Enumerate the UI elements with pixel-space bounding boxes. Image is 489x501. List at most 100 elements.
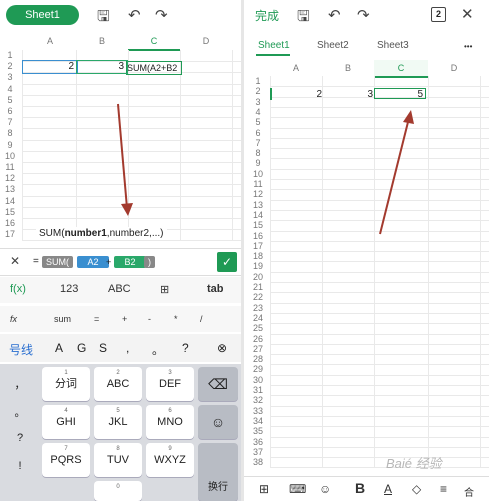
merge-button[interactable]: 合	[464, 484, 474, 499]
token-ref-b2[interactable]: B2	[114, 256, 146, 268]
text-color-button[interactable]: A	[384, 482, 392, 496]
row-number[interactable]: 3	[2, 72, 18, 82]
redo-icon[interactable]: ↷	[357, 6, 370, 24]
row-number[interactable]: 15	[2, 207, 18, 217]
row-number[interactable]: 3	[250, 97, 266, 107]
key-2[interactable]: 2 ABC	[94, 367, 142, 401]
row-number[interactable]: 4	[250, 107, 266, 117]
row-number[interactable]: 9	[2, 140, 18, 150]
col-header-d[interactable]: D	[428, 60, 480, 76]
row-number[interactable]: 5	[2, 95, 18, 105]
punct-comma[interactable]: ，	[0, 376, 40, 392]
candidate-1[interactable]: A	[55, 341, 63, 355]
row-number[interactable]: 1	[2, 50, 18, 60]
candidate-6[interactable]: ?	[182, 341, 189, 355]
tab-key[interactable]: tab	[207, 283, 224, 295]
candidate-5[interactable]: 。	[152, 341, 164, 358]
row-number[interactable]: 18	[250, 251, 266, 261]
undo-icon[interactable]: ↶	[128, 6, 141, 24]
row-number[interactable]: 34	[250, 416, 266, 426]
cell-c2-result[interactable]: 5	[374, 88, 426, 100]
row-number[interactable]: 11	[250, 179, 266, 189]
row-number[interactable]: 25	[250, 323, 266, 333]
row-number[interactable]: 8	[2, 128, 18, 138]
col-header-c[interactable]: C	[128, 33, 180, 51]
row-number[interactable]: 6	[2, 106, 18, 116]
emoji-icon[interactable]: ☺	[319, 482, 331, 496]
token-paren[interactable]: )	[144, 256, 155, 268]
key-3[interactable]: 3 DEF	[146, 367, 194, 401]
key-9[interactable]: 9 WXYZ	[146, 443, 194, 477]
key-1[interactable]: 1 分词	[42, 367, 90, 401]
col-header-a[interactable]: A	[24, 33, 76, 49]
row-number[interactable]: 19	[250, 261, 266, 271]
col-header-b[interactable]: B	[76, 33, 128, 49]
key-5[interactable]: 5 JKL	[94, 405, 142, 439]
collapse-icon[interactable]: ⊗	[217, 341, 227, 355]
row-number[interactable]: 12	[2, 173, 18, 183]
tab-function[interactable]: f(x)	[10, 283, 26, 295]
row-number[interactable]: 2	[2, 61, 18, 71]
punct-period[interactable]: 。	[0, 404, 40, 420]
row-number[interactable]: 5	[250, 117, 266, 127]
key-0[interactable]: 0	[94, 481, 142, 501]
col-header-d[interactable]: D	[180, 33, 232, 49]
fn-multiply[interactable]: *	[174, 314, 178, 324]
candidate-4[interactable]: ,	[126, 341, 129, 355]
table-icon[interactable]: ⊞	[160, 283, 169, 296]
candidate-3[interactable]: S	[99, 341, 107, 355]
punct-exclaim[interactable]: !	[0, 460, 40, 472]
row-number[interactable]: 22	[250, 292, 266, 302]
done-button[interactable]: 完成	[255, 7, 279, 24]
row-number[interactable]: 1	[250, 76, 266, 86]
row-number[interactable]: 33	[250, 406, 266, 416]
key-4[interactable]: 4 GHI	[42, 405, 90, 439]
row-number[interactable]: 20	[250, 272, 266, 282]
row-number[interactable]: 12	[250, 189, 266, 199]
punct-question[interactable]: ?	[0, 432, 40, 444]
row-number[interactable]: 37	[250, 447, 266, 457]
row-number[interactable]: 26	[250, 334, 266, 344]
fn-sum[interactable]: sum	[54, 314, 71, 324]
row-number[interactable]: 24	[250, 313, 266, 323]
cell-c2-editing[interactable]: SUM(A2+B2	[126, 61, 182, 75]
row-number[interactable]: 13	[2, 184, 18, 194]
row-number[interactable]: 15	[250, 220, 266, 230]
row-number[interactable]: 17	[2, 229, 18, 239]
confirm-button[interactable]: ✓	[217, 252, 237, 272]
key-8[interactable]: 8 TUV	[94, 443, 142, 477]
row-number[interactable]: 14	[250, 210, 266, 220]
close-icon[interactable]: ✕	[10, 254, 20, 268]
row-number[interactable]: 17	[250, 241, 266, 251]
key-7[interactable]: 7 PQRS	[42, 443, 90, 477]
row-number[interactable]: 21	[250, 282, 266, 292]
fn-plus[interactable]: +	[122, 314, 127, 324]
col-header-c[interactable]: C	[374, 60, 428, 78]
keyboard-icon[interactable]: ⌨	[289, 482, 306, 496]
close-icon[interactable]: ✕	[461, 5, 474, 23]
row-number[interactable]: 32	[250, 395, 266, 405]
cell-a2[interactable]: 2	[310, 89, 322, 101]
candidate-0[interactable]: 号线	[9, 341, 33, 358]
backspace-key[interactable]: ⌫	[198, 367, 238, 401]
sheet1-tab-button[interactable]: Sheet1	[6, 5, 79, 25]
save-icon[interactable]: 🖫	[297, 6, 310, 31]
row-number[interactable]: 4	[2, 84, 18, 94]
row-number[interactable]: 35	[250, 426, 266, 436]
col-header-b[interactable]: B	[322, 60, 374, 76]
window-count-icon[interactable]: 2	[431, 7, 446, 22]
tab-sheet2[interactable]: Sheet2	[317, 40, 349, 51]
fill-color-icon[interactable]: ◇	[412, 482, 421, 496]
row-number[interactable]: 11	[2, 162, 18, 172]
tab-sheet3[interactable]: Sheet3	[377, 40, 409, 51]
row-number[interactable]: 7	[2, 117, 18, 127]
fn-equals[interactable]: =	[94, 314, 99, 324]
cell-b2[interactable]: 3	[361, 89, 373, 101]
undo-icon[interactable]: ↶	[328, 6, 341, 24]
redo-icon[interactable]: ↷	[155, 6, 168, 24]
row-number[interactable]: 30	[250, 375, 266, 385]
row-number[interactable]: 29	[250, 364, 266, 374]
candidate-2[interactable]: G	[77, 341, 86, 355]
row-number[interactable]: 6	[250, 128, 266, 138]
row-number[interactable]: 10	[2, 151, 18, 161]
